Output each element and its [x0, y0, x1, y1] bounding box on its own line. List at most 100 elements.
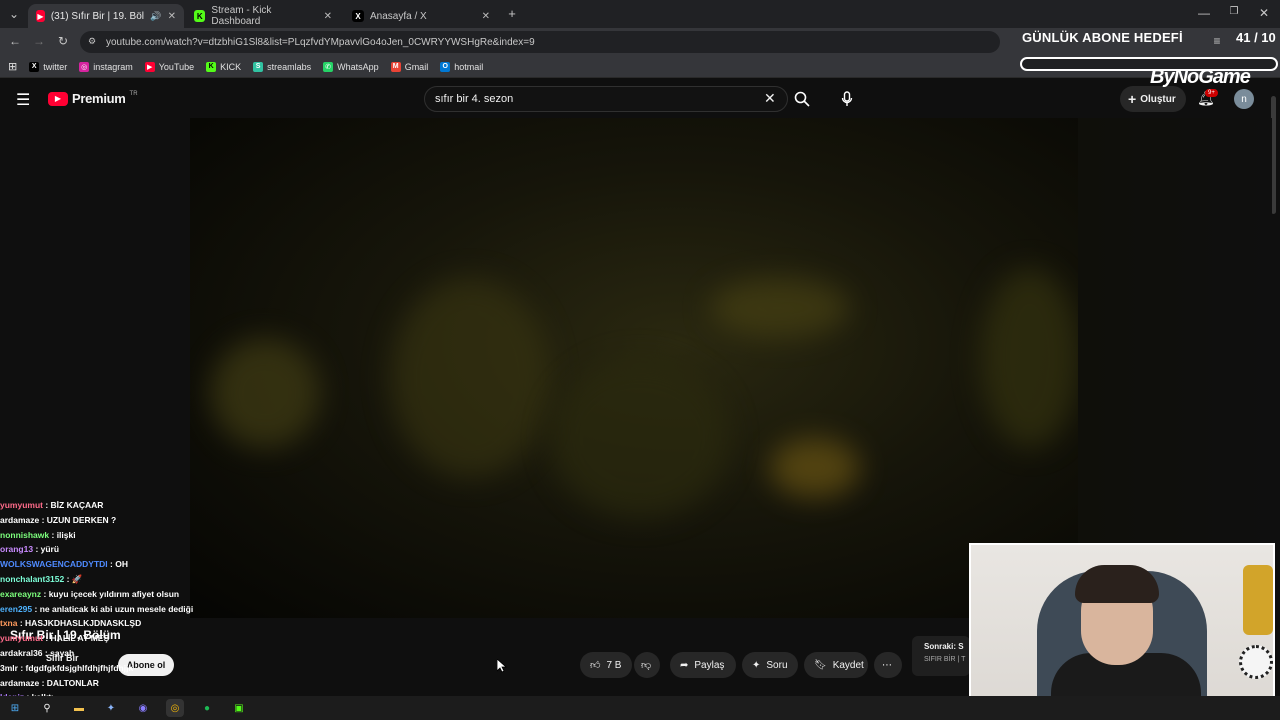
chat-username: 3mlr	[0, 662, 18, 673]
browser-tab-bar: ⌄ ▶ (31) Sıfır Bir | 19. Bölüm - Yo 🔊 ✕ …	[0, 0, 1280, 28]
share-button[interactable]: ➦ Paylaş	[670, 652, 736, 678]
bookmark-streamlabs[interactable]: Sstreamlabs	[253, 61, 311, 72]
gmail-icon: M	[390, 61, 401, 72]
video-frame-shape	[770, 438, 860, 498]
windows-start-icon[interactable]: ⊞	[6, 699, 24, 717]
file-explorer-icon[interactable]: ▬	[70, 699, 88, 717]
youtube-logo-icon: ▶	[48, 91, 68, 106]
chat-username: ardakral36	[0, 647, 43, 658]
create-button[interactable]: + Oluştur	[1120, 86, 1186, 112]
playlist-icon[interactable]: ≡	[1209, 34, 1225, 48]
chrome-icon[interactable]: ◎	[166, 699, 184, 717]
kick-studio-icon[interactable]: ▣	[230, 699, 248, 717]
chat-text: ilişki	[56, 529, 76, 540]
menu-icon[interactable]: ☰	[16, 90, 30, 110]
url-text: youtube.com/watch?v=dtzbhiG1Sl8&list=PLq…	[106, 36, 535, 48]
tab-x[interactable]: X Anasayfa / X ✕	[344, 4, 498, 28]
close-tab-icon[interactable]: ✕	[482, 11, 490, 22]
logo-text: Premium	[72, 91, 126, 106]
close-tab-icon[interactable]: ✕	[324, 11, 332, 22]
url-input[interactable]: ⚙ youtube.com/watch?v=dtzbhiG1Sl8&list=P…	[80, 31, 1000, 53]
instagram-icon: ◎	[79, 61, 90, 72]
windows-taskbar: ⊞ ⚲ ▬ ✦ ◉ ◎ ● ▣	[0, 696, 1280, 720]
create-label: Oluştur	[1140, 93, 1176, 105]
more-actions-button[interactable]: ⋯	[874, 652, 902, 678]
chat-username: yumyumut	[0, 633, 43, 644]
chat-overlay: yumyumut : BİZ KAÇAAR ardamaze : UZUN DER…	[0, 498, 200, 705]
like-button[interactable]: 👍︎ 7 B	[580, 652, 632, 678]
bookmark-twitter[interactable]: Xtwitter	[29, 61, 67, 72]
settings-icon[interactable]: ✦	[102, 699, 120, 717]
chat-message: yumyumut : BİZ KAÇAAR	[0, 500, 104, 510]
tab-youtube[interactable]: ▶ (31) Sıfır Bir | 19. Bölüm - Yo 🔊 ✕	[28, 4, 184, 28]
like-count: 7 B	[606, 659, 622, 671]
search-button[interactable]	[789, 86, 815, 112]
speaker-icon[interactable]: 🔊	[150, 11, 161, 22]
back-icon[interactable]: ←	[7, 34, 23, 48]
trophy-shape	[1243, 565, 1273, 635]
tab-kick[interactable]: K Stream - Kick Dashboard ✕	[186, 4, 340, 28]
bookmark-whatsapp[interactable]: ✆ WhatsApp	[323, 61, 379, 72]
chat-message: 3mlr : fdgdfgkfdsjghlfdhjfhjfdhjjk	[0, 662, 134, 673]
site-info-icon[interactable]: ⚙	[88, 36, 96, 47]
bookmark-hotmail[interactable]: Ohotmail	[440, 61, 483, 72]
forward-icon[interactable]: →	[31, 34, 47, 48]
voice-search-button[interactable]	[834, 86, 860, 112]
clear-search-icon[interactable]: ✕	[764, 90, 776, 107]
chat-username: exareaynz	[0, 588, 42, 599]
avatar[interactable]: n	[1234, 89, 1254, 109]
chat-message: exareaynz : kuyu içecek yıldırım afiyet …	[0, 588, 180, 599]
video-player[interactable]	[190, 118, 1078, 618]
tab-title: Anasayfa / X	[370, 10, 427, 22]
chat-text: DALTONLAR	[46, 677, 99, 688]
chat-message: WOLKSWAGENCADDYTDI : OH	[0, 559, 128, 570]
chat-username: eren295	[0, 603, 33, 614]
chat-text: HASJKDHASLKJDNASKLŞD	[25, 618, 142, 629]
chat-username: ardamaze	[0, 514, 40, 525]
chat-text: kuyu içecek yıldırım afiyet olsun	[48, 588, 180, 599]
chat-message: eren295 : ne anlaticak ki abi uzun mesel…	[0, 603, 194, 614]
chat-username: txna	[0, 618, 18, 629]
close-window-icon[interactable]: ✕	[1256, 6, 1272, 20]
ask-label: Soru	[766, 659, 788, 671]
person-hair-shape	[1075, 565, 1159, 603]
save-button[interactable]: 🔖︎ Kaydet	[804, 652, 868, 678]
restore-icon[interactable]: ❐	[1226, 6, 1242, 17]
tab-title: (31) Sıfır Bir | 19. Bölüm - Yo	[50, 10, 145, 22]
spotify-icon[interactable]: ●	[198, 699, 216, 717]
next-sub: SIFIR BİR | T	[924, 656, 966, 663]
subscriber-goal-title: GÜNLÜK ABONE HEDEFİ	[1022, 30, 1183, 45]
search-icon[interactable]: ⚲	[38, 699, 56, 717]
youtube-premium-logo[interactable]: ▶ Premium TR	[48, 91, 138, 106]
bookmark-instagram[interactable]: ◎ instagram	[79, 61, 133, 72]
outlook-icon: O	[440, 61, 451, 72]
close-tab-icon[interactable]: ✕	[168, 11, 176, 22]
share-label: Paylaş	[694, 659, 725, 671]
plus-icon: +	[1128, 91, 1137, 107]
video-frame-shape	[390, 278, 550, 478]
bookmark-icon: 🔖︎	[814, 659, 827, 671]
chat-username: orang13	[0, 544, 34, 555]
chat-username: yumyumut	[0, 500, 43, 510]
minimize-icon[interactable]: —	[1196, 6, 1212, 20]
bookmark-kick[interactable]: K KICK	[206, 61, 241, 72]
chat-text: 🚀	[71, 573, 83, 584]
dislike-button[interactable]: 👎︎	[634, 652, 660, 678]
reload-icon[interactable]: ↻	[55, 34, 71, 48]
apps-grid-icon[interactable]: ⊞	[8, 60, 17, 73]
video-frame-shape	[550, 358, 730, 518]
search-input[interactable]: sıfır bir 4. sezon	[424, 86, 788, 112]
chat-message: txna : HASJKDHASLKJDNASKLŞD	[0, 618, 142, 629]
subscriber-goal-count: 41 / 10	[1236, 30, 1276, 45]
ask-button[interactable]: ✦ Soru	[742, 652, 798, 678]
chat-message: ardamaze : UZUN DERKEN ?	[0, 514, 117, 525]
bookmark-youtube[interactable]: ▶ YouTube	[144, 61, 194, 72]
chat-username: ardamaze	[0, 677, 40, 688]
next-video-card[interactable]: Sonraki: S SIFIR BİR | T	[912, 636, 970, 676]
obs-icon[interactable]: ◉	[134, 699, 152, 717]
bookmark-gmail[interactable]: M Gmail	[390, 61, 428, 72]
chat-text: OH	[115, 559, 128, 570]
share-icon: ➦	[680, 659, 689, 671]
tab-search-icon[interactable]: ⌄	[6, 7, 22, 21]
new-tab-icon[interactable]: +	[504, 6, 520, 21]
